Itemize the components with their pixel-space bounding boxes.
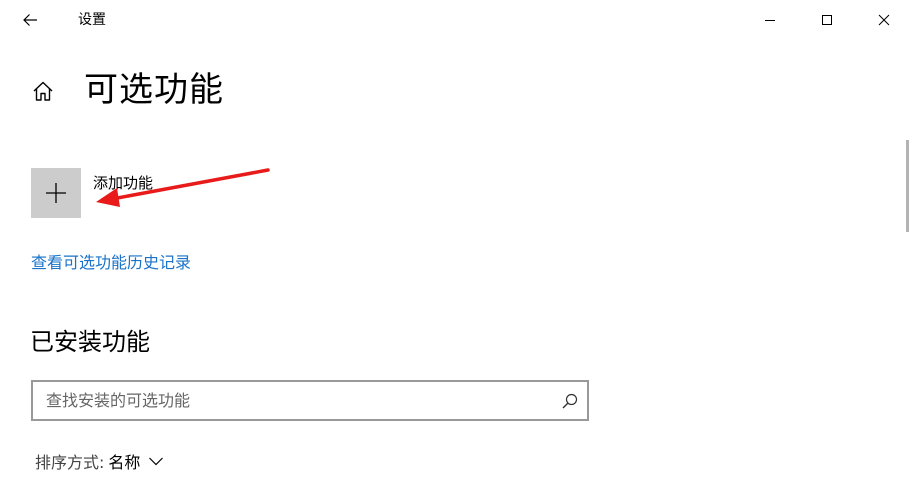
maximize-button[interactable] xyxy=(798,0,856,40)
red-arrow-annotation xyxy=(96,168,270,207)
chevron-down-icon[interactable] xyxy=(148,456,164,466)
view-history-link[interactable]: 查看可选功能历史记录 xyxy=(31,252,191,274)
maximize-icon xyxy=(822,15,832,25)
settings-window: 设置 可选功能 添加功能 查看可选功能历史记录 已安装功能 查找安装的可选功能 … xyxy=(0,0,913,494)
add-feature-tile[interactable] xyxy=(31,168,81,218)
window-title: 设置 xyxy=(78,12,106,28)
close-icon xyxy=(878,14,890,26)
close-button[interactable] xyxy=(855,0,913,40)
sort-label: 排序方式: xyxy=(35,453,105,472)
sort-dropdown[interactable]: 排序方式: 名称 xyxy=(35,450,164,472)
plus-icon xyxy=(46,183,66,203)
home-button[interactable] xyxy=(28,76,58,106)
back-button[interactable] xyxy=(12,4,48,36)
sort-value[interactable]: 名称 xyxy=(108,449,140,473)
minimize-icon xyxy=(765,20,775,21)
page-title: 可选功能 xyxy=(84,70,224,110)
search-input[interactable] xyxy=(33,382,587,419)
search-box[interactable] xyxy=(31,380,589,421)
home-icon xyxy=(33,81,53,101)
arrow-left-icon xyxy=(23,14,37,26)
search-icon[interactable] xyxy=(561,392,579,410)
scrollbar-thumb[interactable] xyxy=(906,140,909,232)
title-bar: 设置 xyxy=(0,0,913,40)
minimize-button[interactable] xyxy=(741,0,799,40)
installed-features-heading: 已安装功能 xyxy=(30,328,150,356)
